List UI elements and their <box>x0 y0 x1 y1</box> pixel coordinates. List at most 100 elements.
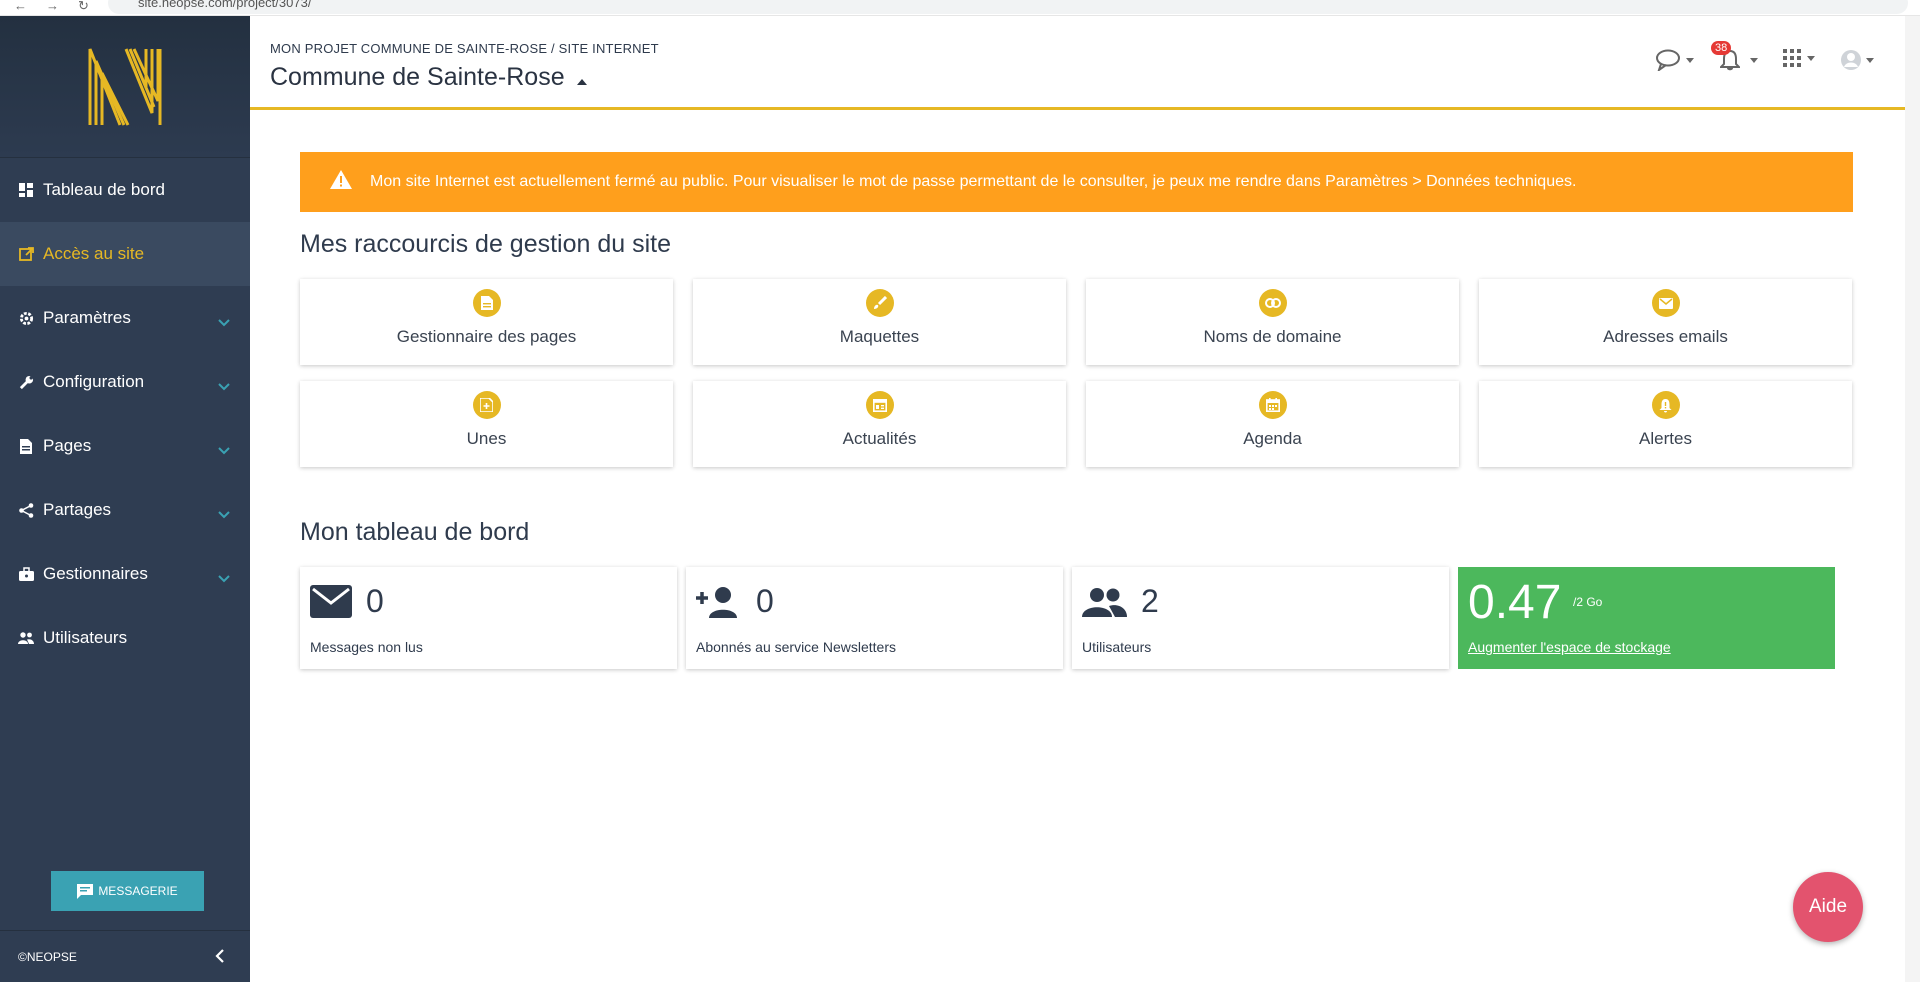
shortcut-unes[interactable]: Unes <box>300 381 673 467</box>
sidebar-item-partages[interactable]: Partages <box>0 478 250 542</box>
add-person-icon <box>696 586 737 618</box>
feedback-menu[interactable] <box>1656 49 1694 71</box>
user-menu[interactable] <box>1840 49 1874 71</box>
forward-icon[interactable]: → <box>46 0 59 13</box>
caret-down-icon <box>1807 55 1815 61</box>
page-icon <box>472 289 501 317</box>
briefcase-icon <box>18 566 34 582</box>
link-icon <box>1258 289 1287 317</box>
notifications-menu[interactable]: 38 <box>1711 41 1758 71</box>
shortcut-actualites[interactable]: Actualités <box>693 381 1066 467</box>
unread-messages-count: 0 <box>366 583 384 619</box>
apps-menu[interactable] <box>1783 49 1815 67</box>
sidebar-item-label: Accès au site <box>43 244 145 263</box>
address-bar[interactable]: site.neopse.com/project/3073/ <box>108 0 1908 14</box>
copyright-label: ©NEOPSE <box>18 949 77 964</box>
address-bar-text: site.neopse.com/project/3073/ <box>138 0 312 10</box>
chevron-down-icon <box>218 568 230 588</box>
users-icon <box>18 630 34 646</box>
browser-toolbar: ← → ↻ site.neopse.com/project/3073/ <box>0 0 1920 16</box>
share-icon <box>18 502 34 518</box>
neopse-logo-icon <box>88 47 162 126</box>
messaging-button[interactable]: MESSAGERIE <box>51 871 204 911</box>
breadcrumb[interactable]: MON PROJET COMMUNE DE SAINTE-ROSE / SITE… <box>270 41 659 56</box>
sidebar-item-pages[interactable]: Pages <box>0 414 250 478</box>
sidebar-item-label: Configuration <box>43 372 145 391</box>
collapse-sidebar-icon[interactable] <box>215 949 224 966</box>
sidebar: Tableau de bord Accès au site Paramètres… <box>0 16 250 982</box>
envelope-icon <box>310 585 352 618</box>
avatar-icon <box>1841 50 1861 70</box>
sidebar-item-label: Tableau de bord <box>43 180 165 199</box>
users-label: Utilisateurs <box>1082 639 1152 655</box>
caret-down-icon <box>1686 57 1694 63</box>
storage-total: /2 Go <box>1573 595 1603 609</box>
gear-icon <box>18 310 34 326</box>
dashboard-icon <box>18 182 34 198</box>
site-closed-alert: Mon site Internet est actuellement fermé… <box>300 152 1853 212</box>
back-icon[interactable]: ← <box>14 0 27 13</box>
add-document-icon <box>472 391 501 419</box>
page-title: Commune de Sainte-Rose <box>270 63 565 91</box>
sidebar-item-configuration[interactable]: Configuration <box>0 350 250 414</box>
subscribers-count: 0 <box>756 583 774 619</box>
wrench-icon <box>18 374 34 390</box>
shortcut-agenda[interactable]: Agenda <box>1086 381 1459 467</box>
page-header: MON PROJET COMMUNE DE SAINTE-ROSE / SITE… <box>250 16 1920 110</box>
sidebar-menu: Tableau de bord Accès au site Paramètres… <box>0 158 250 670</box>
chat-icon <box>77 883 94 899</box>
apps-grid-icon <box>1783 49 1801 67</box>
shortcut-alertes[interactable]: Alertes <box>1479 381 1852 467</box>
unread-messages-label: Messages non lus <box>310 639 423 655</box>
speech-bubble-icon <box>1656 49 1680 71</box>
alert-text: Mon site Internet est actuellement fermé… <box>370 173 1577 190</box>
shortcut-maquettes[interactable]: Maquettes <box>693 279 1066 365</box>
stat-newsletter-subscribers[interactable]: 0 Abonnés au service Newsletters <box>686 567 1063 669</box>
shortcut-label: Alertes <box>1639 429 1692 448</box>
stat-unread-messages[interactable]: 0 Messages non lus <box>300 567 677 669</box>
sidebar-item-gestionnaires[interactable]: Gestionnaires <box>0 542 250 606</box>
sidebar-item-utilisateurs[interactable]: Utilisateurs <box>0 606 250 670</box>
sidebar-item-dashboard[interactable]: Tableau de bord <box>0 158 250 222</box>
document-icon <box>18 438 34 454</box>
sidebar-item-label: Partages <box>43 500 112 519</box>
shortcut-page-manager[interactable]: Gestionnaire des pages <box>300 279 673 365</box>
main-content: Mon site Internet est actuellement fermé… <box>300 152 1853 669</box>
sidebar-item-label: Pages <box>43 436 92 455</box>
increase-storage-link[interactable]: Augmenter l'espace de stockage <box>1468 639 1671 655</box>
subscribers-label: Abonnés au service Newsletters <box>696 639 896 655</box>
users-count: 2 <box>1141 583 1159 619</box>
warning-icon <box>330 170 352 194</box>
caret-down-icon <box>576 63 587 92</box>
help-button[interactable]: Aide <box>1793 872 1863 942</box>
reload-icon[interactable]: ↻ <box>78 0 89 14</box>
external-link-icon <box>18 246 34 262</box>
project-selector[interactable]: Commune de Sainte-Rose <box>270 63 587 92</box>
stat-users[interactable]: 2 Utilisateurs <box>1072 567 1449 669</box>
messaging-label: MESSAGERIE <box>98 884 178 898</box>
scrollbar[interactable] <box>1905 16 1920 982</box>
calendar-icon <box>1258 391 1287 419</box>
chevron-down-icon <box>218 376 230 396</box>
shortcut-label: Gestionnaire des pages <box>396 327 577 346</box>
sidebar-item-parametres[interactable]: Paramètres <box>0 286 250 350</box>
chevron-down-icon <box>218 440 230 460</box>
chevron-down-icon <box>218 312 230 332</box>
shortcut-email-addresses[interactable]: Adresses emails <box>1479 279 1852 365</box>
mail-icon <box>1651 289 1680 317</box>
storage-used: 0.47 <box>1468 576 1562 629</box>
news-icon <box>865 391 894 419</box>
shortcut-label: Maquettes <box>839 327 920 346</box>
dashboard-title: Mon tableau de bord <box>300 518 530 546</box>
sidebar-footer: ©NEOPSE <box>0 930 250 982</box>
sidebar-item-site-access[interactable]: Accès au site <box>0 222 250 286</box>
shortcut-label: Noms de domaine <box>1203 327 1342 346</box>
shortcut-label: Actualités <box>842 429 917 448</box>
sidebar-item-label: Gestionnaires <box>43 564 148 583</box>
dashboard-stats: 0 Messages non lus 0 Abonnés au service … <box>300 567 1835 669</box>
shortcuts-title: Mes raccourcis de gestion du site <box>300 230 672 258</box>
caret-down-icon <box>1866 57 1874 63</box>
bell-alert-icon <box>1651 391 1680 419</box>
shortcut-domain-names[interactable]: Noms de domaine <box>1086 279 1459 365</box>
logo[interactable] <box>0 16 250 158</box>
